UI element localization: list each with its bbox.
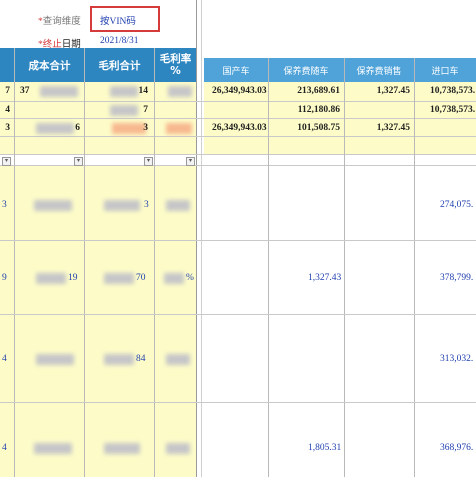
header-gross-margin: 毛利率 %	[154, 48, 196, 82]
grid-line	[84, 48, 85, 477]
row-line	[0, 136, 476, 137]
summary-cell: 6	[75, 123, 80, 133]
header-bonded-sales: 保养费销售	[344, 58, 414, 82]
detail-cell: 4	[2, 443, 7, 453]
masked-value	[36, 354, 74, 365]
header-bonded-with-car: 保养费随车	[268, 58, 344, 82]
filter-dropdown[interactable]: ▾	[2, 157, 11, 166]
summary-cell: 7	[5, 86, 10, 96]
masked-value	[34, 200, 72, 211]
summary-cell: 14	[138, 86, 149, 96]
row-line	[0, 154, 476, 155]
summary-bonded-with: 112,180.86	[297, 105, 340, 115]
summary-bonded-sales: 1,327.45	[376, 86, 410, 96]
detail-bonded-with: 1,805.31	[308, 443, 342, 453]
header-gross-profit-total: 毛利合计	[84, 48, 154, 82]
summary-bonded-with: 213,689.61	[297, 86, 340, 96]
masked-value	[166, 200, 190, 211]
row-line	[0, 118, 476, 119]
detail-pct: %	[186, 273, 194, 283]
masked-value	[40, 86, 78, 97]
summary-imported: 10,738,573.	[430, 86, 476, 96]
detail-col-margin	[154, 166, 196, 477]
header-cost-total: 成本合计	[14, 48, 84, 82]
summary-cell: 7	[143, 105, 148, 115]
detail-imported: 274,075.	[440, 200, 474, 210]
masked-value	[164, 273, 184, 284]
detail-imported: 313,032.	[440, 354, 474, 364]
pane-divider	[196, 0, 197, 477]
header-imported: 进口车	[414, 58, 476, 82]
detail-col-a	[0, 166, 14, 477]
masked-value	[36, 273, 66, 284]
filter-dropdown[interactable]: ▾	[186, 157, 195, 166]
detail-cell: 3	[144, 200, 149, 210]
grid-line	[268, 58, 269, 477]
masked-value	[166, 354, 190, 365]
detail-bonded-with: 1,327.43	[308, 273, 342, 283]
detail-imported: 368,976.	[440, 443, 474, 453]
masked-value	[104, 354, 134, 365]
summary-cell: 4	[5, 105, 10, 115]
header-domestic: 国产车	[204, 58, 268, 82]
summary-cell: 3	[143, 123, 148, 133]
detail-cell: 3	[2, 200, 7, 210]
summary-bonded-sales: 1,327.45	[376, 123, 410, 133]
masked-value-orange	[166, 123, 192, 134]
detail-col-profit	[84, 166, 154, 477]
summary-domestic: 26,349,943.03	[212, 123, 267, 133]
grid-line	[14, 48, 15, 477]
detail-imported: 378,799.	[440, 273, 474, 283]
row-line	[0, 240, 476, 241]
masked-value	[166, 443, 190, 454]
filter-dropdown[interactable]: ▾	[74, 157, 83, 166]
row-line	[0, 101, 476, 102]
masked-value	[104, 200, 140, 211]
grid-line	[344, 58, 345, 477]
masked-value	[104, 443, 140, 454]
query-dimension-value: 按VIN码	[100, 17, 136, 27]
filter-dropdown[interactable]: ▾	[144, 157, 153, 166]
summary-domestic: 26,349,943.03	[212, 86, 267, 96]
end-date-input[interactable]: 2021/8/31	[100, 36, 139, 46]
grid-line	[154, 48, 155, 477]
detail-cell: 9	[2, 273, 7, 283]
query-dimension-select[interactable]: 按VIN码	[90, 6, 160, 32]
gross-margin-label: 毛利率	[159, 53, 192, 65]
header-col-a	[0, 48, 14, 82]
masked-value	[168, 86, 192, 97]
summary-bonded-with: 101,508.75	[297, 123, 340, 133]
detail-cell: 4	[2, 354, 7, 364]
gross-margin-pct: %	[170, 65, 181, 77]
masked-value	[104, 273, 134, 284]
pane-divider-2	[201, 0, 202, 477]
detail-cell: 70	[136, 273, 146, 283]
summary-cell: 3	[5, 123, 10, 133]
masked-value	[34, 443, 72, 454]
summary-imported: 10,738,573.	[430, 105, 476, 115]
detail-cell: 19	[68, 273, 78, 283]
query-dimension-label: *查询维度	[38, 13, 81, 27]
detail-cell: 84	[136, 354, 146, 364]
query-dimension-text: 查询维度	[42, 17, 81, 27]
row-line	[0, 314, 476, 315]
detail-col-cost	[14, 166, 84, 477]
grid-line	[414, 58, 415, 477]
row-line	[0, 402, 476, 403]
